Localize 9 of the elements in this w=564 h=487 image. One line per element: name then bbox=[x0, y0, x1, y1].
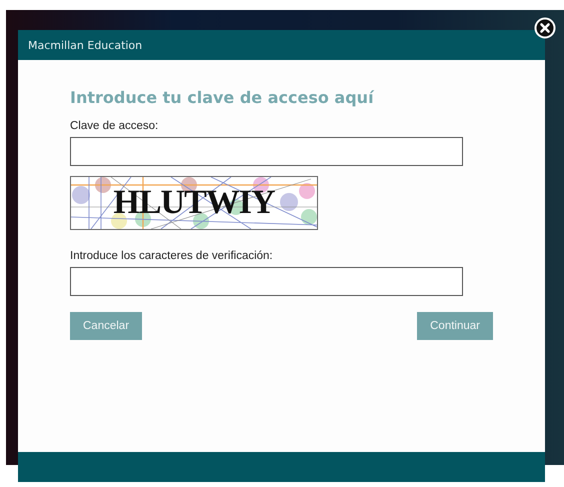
field-label: Clave de acceso: bbox=[70, 120, 158, 132]
continue-button[interactable]: Continuar bbox=[417, 312, 493, 340]
input-field[interactable] bbox=[70, 137, 463, 166]
cancel-button[interactable]: Cancelar bbox=[70, 312, 142, 340]
dialog-heading: Introduce tu clave de acceso aquí bbox=[70, 88, 374, 107]
dialog-title: Macmillan Education bbox=[28, 38, 142, 52]
close-icon[interactable] bbox=[534, 17, 556, 39]
field-label: Introduce los caracteres de verificación: bbox=[70, 250, 273, 262]
input-field[interactable] bbox=[70, 267, 463, 296]
